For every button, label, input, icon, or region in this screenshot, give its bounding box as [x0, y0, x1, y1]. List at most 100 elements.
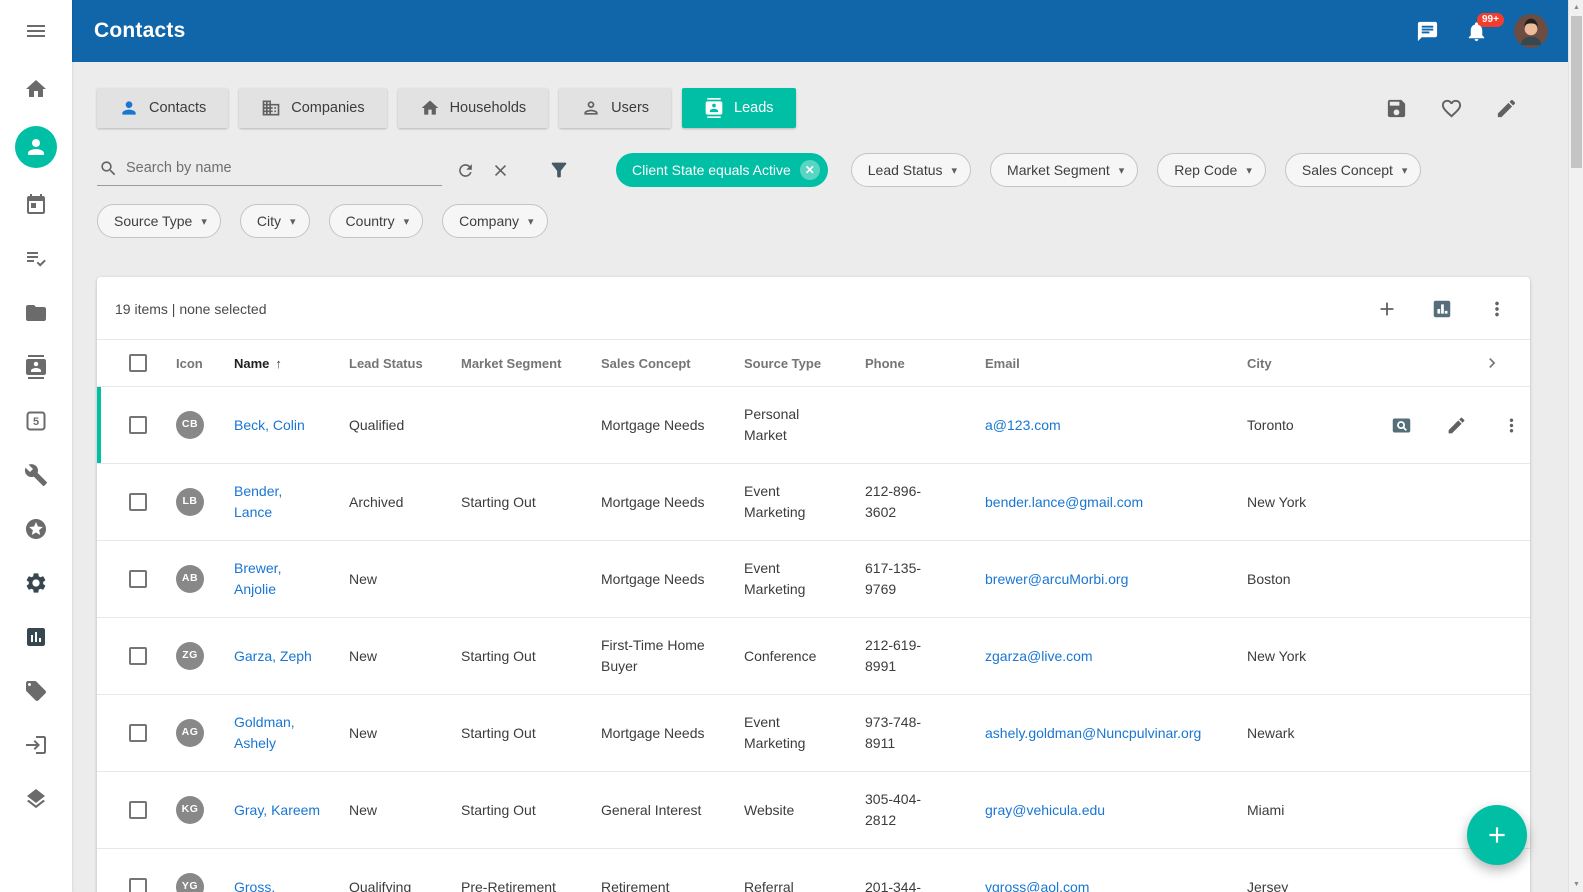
row-checkbox[interactable] — [129, 878, 147, 892]
row-checkbox[interactable] — [129, 493, 147, 511]
contact-initials-avatar[interactable]: AB — [176, 565, 204, 593]
column-header-email[interactable]: Email — [985, 356, 1247, 371]
filter-dropdown-chip[interactable]: Rep Code ▾ — [1157, 153, 1266, 187]
column-header-source-type[interactable]: Source Type — [744, 356, 865, 371]
column-header-phone[interactable]: Phone — [865, 356, 985, 371]
applied-filter-chip[interactable]: Client State equals Active ✕ — [616, 153, 828, 187]
contact-name-link[interactable]: Brewer, Anjolie — [234, 558, 349, 600]
column-header-lead-status[interactable]: Lead Status — [349, 356, 461, 371]
contact-initials-avatar[interactable]: YG — [176, 873, 204, 892]
table-row[interactable]: LB Bender, Lance Archived Starting Out M… — [97, 464, 1530, 541]
chart-view-button[interactable] — [1431, 298, 1453, 320]
contact-name-link[interactable]: Garza, Zeph — [234, 646, 349, 667]
refresh-button[interactable] — [456, 161, 475, 180]
table-row[interactable]: KG Gray, Kareem New Starting Out General… — [97, 772, 1530, 849]
more-columns-chevron[interactable] — [1482, 353, 1530, 373]
user-avatar[interactable] — [1514, 14, 1548, 48]
contact-initials-avatar[interactable]: LB — [176, 488, 204, 516]
filter-dropdown-chip[interactable]: Market Segment ▾ — [990, 153, 1138, 187]
folder-icon[interactable] — [0, 286, 72, 340]
home-icon[interactable] — [0, 62, 72, 116]
tasks-icon[interactable] — [0, 232, 72, 286]
filter-dropdown-chip[interactable]: Lead Status ▾ — [851, 153, 971, 187]
filter-dropdown-chip[interactable]: Sales Concept ▾ — [1285, 153, 1422, 187]
contact-name-link[interactable]: Goldman, Ashely — [234, 712, 349, 754]
column-header-name[interactable]: Name ↑ — [234, 356, 349, 371]
reports-chart-icon[interactable] — [0, 610, 72, 664]
sales-concept-cell: Mortgage Needs — [601, 569, 744, 590]
table-row[interactable]: YG Gross, Qualifying Pre-Retirement Reti… — [97, 849, 1530, 892]
contacts-icon-active[interactable] — [0, 116, 72, 178]
edit-contact-button[interactable] — [1446, 415, 1467, 436]
contact-name-link[interactable]: Gross, — [234, 877, 349, 892]
contact-initials-avatar[interactable]: CB — [176, 411, 204, 439]
contact-initials-avatar[interactable]: ZG — [176, 642, 204, 670]
email-link[interactable]: ashely.goldman@Nuncpulvinar.org — [985, 723, 1247, 744]
remove-filter-icon[interactable]: ✕ — [800, 160, 820, 180]
table-row[interactable]: ZG Garza, Zeph New Starting Out First-Ti… — [97, 618, 1530, 695]
preview-contact-button[interactable] — [1391, 415, 1412, 436]
edit-view-button[interactable] — [1495, 97, 1518, 120]
row-checkbox[interactable] — [129, 416, 147, 434]
tag-icon[interactable] — [0, 664, 72, 718]
email-link[interactable]: a@123.com — [985, 415, 1247, 436]
tools-icon[interactable] — [0, 448, 72, 502]
filter-dropdown-chip[interactable]: Country ▾ — [329, 204, 424, 238]
email-link[interactable]: bender.lance@gmail.com — [985, 492, 1247, 513]
column-header-market-segment[interactable]: Market Segment — [461, 356, 601, 371]
more-options-button[interactable] — [1486, 298, 1508, 320]
filter-dropdown-chip[interactable]: City ▾ — [240, 204, 310, 238]
column-header-sales-concept[interactable]: Sales Concept — [601, 356, 744, 371]
scrollbar-thumb[interactable] — [1571, 16, 1582, 168]
table-row[interactable]: AG Goldman, Ashely New Starting Out Mort… — [97, 695, 1530, 772]
contact-initials-avatar[interactable]: KG — [176, 796, 204, 824]
contact-card-icon[interactable] — [0, 340, 72, 394]
sign-in-icon[interactable] — [0, 718, 72, 772]
table-row[interactable]: CB Beck, Colin Qualified Mortgage Needs … — [97, 387, 1530, 464]
lead-status-cell: New — [349, 646, 461, 667]
scroll-down-arrow[interactable]: ▼ — [1569, 877, 1583, 892]
email-link[interactable]: brewer@arcuMorbi.org — [985, 569, 1247, 590]
select-all-checkbox[interactable] — [129, 354, 147, 372]
row-checkbox[interactable] — [129, 570, 147, 588]
row-checkbox[interactable] — [129, 724, 147, 742]
filter-dropdown-chip[interactable]: Company ▾ — [442, 204, 547, 238]
settings-gear-icon[interactable] — [0, 556, 72, 610]
sort-ascending-icon[interactable]: ↑ — [275, 356, 282, 371]
vertical-scrollbar[interactable]: ▲ ▼ — [1568, 0, 1583, 892]
five-badge-icon[interactable]: 5 — [0, 394, 72, 448]
email-link[interactable]: gray@vehicula.edu — [985, 800, 1247, 821]
save-view-button[interactable] — [1385, 97, 1408, 120]
scroll-up-arrow[interactable]: ▲ — [1569, 0, 1583, 15]
add-item-button[interactable] — [1376, 298, 1398, 320]
search-input[interactable] — [126, 160, 440, 176]
email-link[interactable]: zgarza@live.com — [985, 646, 1247, 667]
column-header-icon[interactable]: Icon — [163, 356, 234, 371]
row-checkbox[interactable] — [129, 647, 147, 665]
notifications-bell-icon[interactable]: 99+ — [1465, 20, 1488, 43]
contact-name-link[interactable]: Gray, Kareem — [234, 800, 349, 821]
contact-initials-avatar[interactable]: AG — [176, 719, 204, 747]
calendar-icon[interactable] — [0, 178, 72, 232]
favorites-star-icon[interactable] — [0, 502, 72, 556]
contact-name-link[interactable]: Beck, Colin — [234, 415, 349, 436]
tab-companies[interactable]: Companies — [239, 88, 386, 128]
clear-search-button[interactable] — [491, 161, 510, 180]
hamburger-menu-icon[interactable] — [0, 0, 72, 62]
email-link[interactable]: ygross@aol.com — [985, 877, 1247, 892]
tab-contacts[interactable]: Contacts — [97, 88, 228, 128]
tab-households[interactable]: Households — [398, 88, 549, 128]
layers-icon[interactable] — [0, 772, 72, 826]
column-header-city[interactable]: City — [1247, 356, 1387, 371]
row-checkbox[interactable] — [129, 801, 147, 819]
filter-funnel-button[interactable] — [548, 159, 570, 181]
messages-icon[interactable] — [1416, 20, 1439, 43]
add-contact-fab[interactable] — [1467, 805, 1527, 865]
tab-leads[interactable]: Leads — [682, 88, 796, 128]
filter-dropdown-chip[interactable]: Source Type ▾ — [97, 204, 221, 238]
row-more-options-button[interactable] — [1501, 415, 1522, 436]
contact-name-link[interactable]: Bender, Lance — [234, 481, 349, 523]
table-row[interactable]: AB Brewer, Anjolie New Mortgage Needs Ev… — [97, 541, 1530, 618]
favorite-button[interactable] — [1440, 97, 1463, 120]
tab-users[interactable]: Users — [559, 88, 671, 128]
